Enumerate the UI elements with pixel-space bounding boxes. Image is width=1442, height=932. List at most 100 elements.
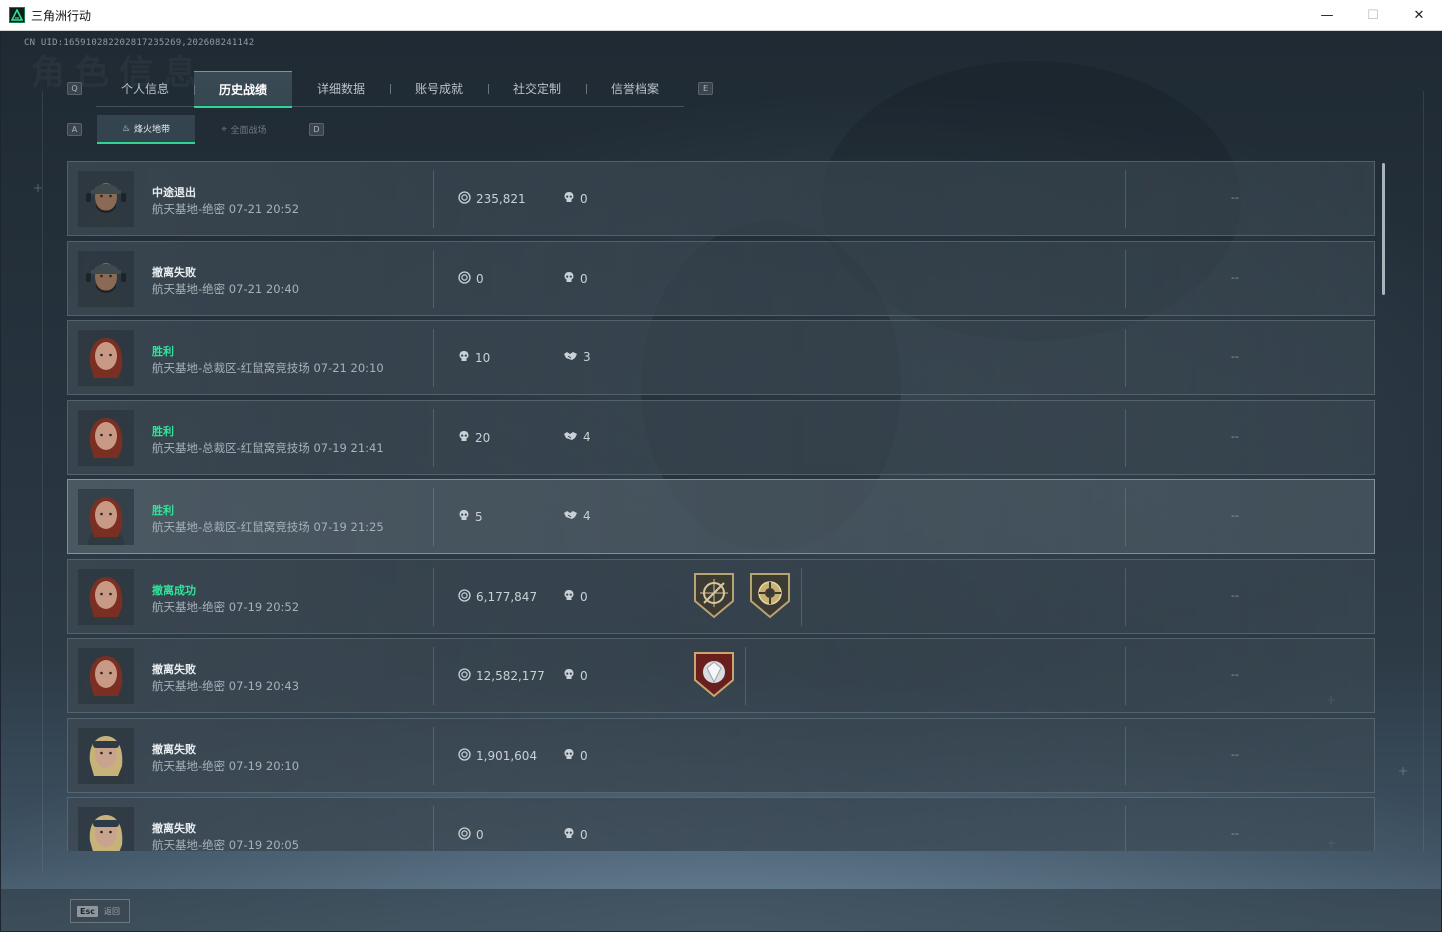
match-primary-stat: 0 xyxy=(458,827,484,843)
match-primary-stat: 10 xyxy=(458,350,490,366)
match-primary-stat: 20 xyxy=(458,430,490,446)
match-secondary-stat: 0 xyxy=(563,191,588,207)
operator-avatar xyxy=(78,727,134,784)
match-extra-info: -- xyxy=(1231,191,1239,204)
match-primary-stat: 5 xyxy=(458,509,483,525)
handshake-icon xyxy=(563,430,578,444)
match-result: 撤离失败 xyxy=(152,822,196,835)
match-row[interactable]: 撤离失败 航天基地-绝密 07-19 20:43 12,582,177 0 -- xyxy=(67,638,1375,713)
match-result: 撤离失败 xyxy=(152,742,196,756)
next-subtab-key-hint[interactable]: D xyxy=(309,123,324,136)
match-primary-stat-value: 1,901,604 xyxy=(476,748,538,763)
tab-match-history[interactable]: 历史战绩 xyxy=(194,71,292,108)
match-row[interactable]: 撤离失败 航天基地-绝密 07-19 20:05 0 0 -- xyxy=(67,797,1375,851)
tab-achievements[interactable]: 账号成就 xyxy=(390,71,488,106)
column-divider xyxy=(1125,726,1126,785)
skull-icon xyxy=(563,271,575,287)
column-divider xyxy=(433,726,434,785)
skull-icon xyxy=(458,350,470,366)
match-row[interactable]: 胜利 航天基地-总裁区-红鼠窝竞技场 07-19 21:25 5 4 -- xyxy=(67,479,1375,554)
match-map-time: 航天基地-绝密 07-19 20:52 xyxy=(152,599,300,614)
match-result: 撤离失败 xyxy=(152,265,196,279)
column-divider xyxy=(433,806,434,851)
match-secondary-stat: 3 xyxy=(563,350,591,364)
match-secondary-stat: 0 xyxy=(563,748,588,764)
tab-profile[interactable]: 个人信息 xyxy=(96,71,194,106)
match-result: 胜利 xyxy=(152,504,174,517)
bottom-bar xyxy=(1,889,1441,931)
column-divider xyxy=(433,170,434,228)
match-map-time: 航天基地-绝密 07-19 20:43 xyxy=(152,679,300,693)
match-secondary-stat: 0 xyxy=(563,827,588,843)
match-result: 胜利 xyxy=(152,345,174,358)
coin-icon xyxy=(458,827,471,843)
minimize-button[interactable]: — xyxy=(1304,0,1350,31)
match-row[interactable]: 中途退出 航天基地-绝密 07-21 20:52 235,821 0 -- xyxy=(67,161,1375,236)
diamond-badge-icon[interactable] xyxy=(693,650,735,698)
column-divider xyxy=(1125,488,1126,546)
prev-tab-key-hint[interactable]: Q xyxy=(67,82,82,95)
list-scrollbar[interactable] xyxy=(1382,163,1385,295)
app-logo-icon xyxy=(9,7,25,23)
tab-social-custom[interactable]: 社交定制 xyxy=(488,71,586,106)
operator-avatar xyxy=(78,250,134,307)
match-result: 胜利 xyxy=(152,424,174,438)
maximize-button[interactable]: ☐ xyxy=(1350,0,1396,31)
match-row[interactable]: 撤离失败 航天基地-绝密 07-19 20:10 1,901,604 0 -- xyxy=(67,717,1375,793)
match-secondary-stat-value: 0 xyxy=(580,828,588,842)
match-extra-info: -- xyxy=(1231,509,1239,522)
skull-icon xyxy=(563,589,575,605)
tab-full-battlefield[interactable]: ⌖ 全面战场 xyxy=(195,115,293,144)
tab-hazard-zone[interactable]: ♨ 烽火地带 xyxy=(97,115,195,144)
match-extra-info: -- xyxy=(1231,588,1239,602)
coin-icon xyxy=(458,191,471,207)
next-tab-key-hint[interactable]: E xyxy=(698,82,713,95)
match-secondary-stat: 0 xyxy=(563,668,588,684)
match-secondary-stat: 0 xyxy=(563,271,588,287)
skull-icon xyxy=(563,668,575,684)
match-row[interactable]: 撤离成功 航天基地-绝密 07-19 20:52 6,177,847 0 -- xyxy=(67,558,1375,634)
operator-avatar xyxy=(78,409,134,466)
match-extra-info: -- xyxy=(1231,747,1239,761)
match-secondary-stat-value: 4 xyxy=(583,429,591,444)
match-row[interactable]: 胜利 航天基地-总裁区-红鼠窝竞技场 07-21 20:10 10 3 -- xyxy=(67,320,1375,395)
match-row[interactable]: 胜利 航天基地-总裁区-红鼠窝竞技场 07-19 21:41 20 4 -- xyxy=(67,399,1375,475)
match-primary-stat-value: 5 xyxy=(475,510,483,524)
prev-subtab-key-hint[interactable]: A xyxy=(67,123,82,136)
operator-avatar xyxy=(78,807,134,851)
match-secondary-stat-value: 0 xyxy=(580,669,588,683)
match-primary-stat: 6,177,847 xyxy=(458,588,538,605)
column-divider xyxy=(433,647,434,705)
back-button[interactable]: Esc 返回 xyxy=(70,899,130,923)
match-map-time: 航天基地-总裁区-红鼠窝竞技场 07-19 21:25 xyxy=(152,520,384,534)
match-primary-stat: 1,901,604 xyxy=(458,747,538,764)
operator-avatar xyxy=(78,171,134,227)
tab-reputation[interactable]: 信誉档案 xyxy=(586,71,684,106)
skull-icon xyxy=(458,509,470,525)
match-history-list[interactable]: 中途退出 航天基地-绝密 07-21 20:52 235,821 0 -- 撤离失败 航天基… xyxy=(67,161,1377,851)
match-secondary-stat-value: 0 xyxy=(580,192,588,206)
skull-icon xyxy=(563,191,575,207)
match-row[interactable]: 撤离失败 航天基地-绝密 07-21 20:40 0 0 -- xyxy=(67,240,1375,316)
window-title: 三角洲行动 xyxy=(31,8,92,23)
tab-label: 全面战场 xyxy=(230,126,267,136)
sniper-badge-icon[interactable] xyxy=(693,571,735,619)
match-result: 中途退出 xyxy=(152,186,196,199)
operator-avatar xyxy=(78,568,134,625)
match-primary-stat-value: 10 xyxy=(475,351,491,365)
match-primary-stat-value: 6,177,847 xyxy=(476,589,538,604)
match-primary-stat-value: 12,582,177 xyxy=(476,669,545,683)
game-viewport: 角色信息 + + + + CN UID:16591028220281723526… xyxy=(1,31,1441,931)
match-secondary-stat: 0 xyxy=(563,589,588,605)
close-button[interactable]: ✕ xyxy=(1396,0,1442,31)
match-secondary-stat-value: 0 xyxy=(580,748,588,763)
match-map-time: 航天基地-绝密 07-21 20:52 xyxy=(152,202,300,216)
column-divider xyxy=(1125,249,1126,308)
column-divider xyxy=(1125,806,1126,851)
tab-label: 烽火地带 xyxy=(134,125,171,135)
operator-avatar xyxy=(78,330,134,386)
column-divider xyxy=(1125,170,1126,228)
vault-badge-icon[interactable] xyxy=(749,571,791,619)
tab-detailed-data[interactable]: 详细数据 xyxy=(292,71,390,106)
match-extra-info: -- xyxy=(1231,429,1239,443)
